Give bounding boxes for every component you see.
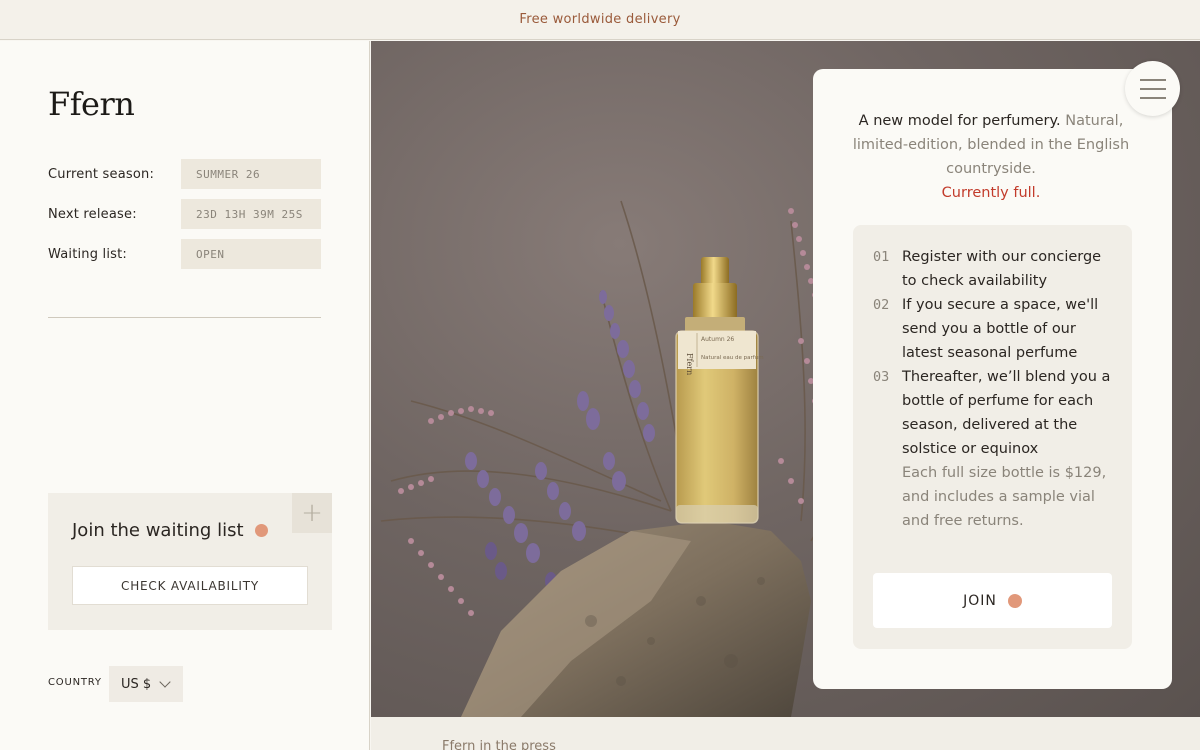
status-dot-icon — [254, 524, 268, 537]
info-row-current-season: Current season: SUMMER 26 — [48, 159, 321, 189]
step-text: Register with our concierge to check ava… — [902, 249, 1102, 289]
step-number: 01 — [873, 249, 890, 265]
menu-line — [1139, 96, 1166, 99]
menu-line — [1139, 78, 1166, 81]
country-label: COUNTRY — [48, 677, 102, 688]
status-dot-icon — [1007, 593, 1022, 608]
join-button[interactable]: JOIN — [873, 573, 1112, 628]
bottle-label-line2: Natural eau de parfum — [701, 355, 764, 361]
announcement-bar: Free worldwide delivery — [0, 0, 1200, 40]
availability-status: Currently full. — [941, 185, 1041, 201]
join-label: JOIN — [963, 592, 997, 609]
chevron-down-icon — [159, 676, 171, 688]
step-number: 03 — [873, 369, 890, 385]
info-card: A new model for perfumery. Natural, limi… — [813, 69, 1172, 689]
list-item: 03 Thereafter, we’ll blend you a bottle … — [873, 365, 1118, 461]
country-select[interactable]: US $ — [109, 666, 183, 702]
info-row-next-release: Next release: 23D 13H 39M 25S — [48, 199, 321, 229]
waiting-list-label: Waiting list: — [48, 246, 128, 262]
current-season-label: Current season: — [48, 166, 155, 182]
current-season-value: SUMMER 26 — [181, 159, 321, 189]
waitlist-title-text: Join the waiting list — [72, 520, 244, 541]
menu-line — [1139, 87, 1166, 90]
brand-logo[interactable]: Ffern — [48, 85, 135, 123]
intro-headline: A new model for perfumery. — [858, 113, 1061, 129]
step-number: 02 — [873, 297, 890, 313]
press-section: Ffern in the press — [371, 717, 1200, 750]
plus-icon[interactable]: + — [292, 493, 332, 533]
step-text: Thereafter, we’ll blend you a bottle of … — [902, 369, 1111, 457]
info-row-waiting-list: Waiting list: OPEN — [48, 239, 321, 269]
intro-text: A new model for perfumery. Natural, limi… — [851, 109, 1131, 205]
waitlist-title: Join the waiting list — [72, 520, 268, 541]
price-note: Each full size bottle is $129, and inclu… — [902, 465, 1107, 529]
press-link[interactable]: Ffern in the press — [442, 739, 556, 750]
step-text: If you secure a space, we'll send you a … — [902, 297, 1099, 361]
country-selected-value: US $ — [121, 676, 152, 692]
check-availability-button[interactable]: CHECK AVAILABILITY — [72, 566, 308, 605]
list-item: 02 If you secure a space, we'll send you… — [873, 293, 1118, 365]
next-release-label: Next release: — [48, 206, 137, 222]
list-item: 01 Register with our concierge to check … — [873, 245, 1118, 293]
bottle-label-line1: Autumn 26 — [701, 336, 734, 343]
bottle-brand-text: Ffern — [685, 353, 694, 375]
sidebar: Ffern Current season: SUMMER 26 Next rel… — [0, 41, 370, 750]
sidebar-divider — [48, 317, 321, 318]
menu-icon[interactable] — [1125, 61, 1180, 116]
waiting-list-value: OPEN — [181, 239, 321, 269]
waitlist-panel: + Join the waiting list CHECK AVAILABILI… — [48, 493, 332, 630]
steps-panel: 01 Register with our concierge to check … — [853, 225, 1132, 649]
announcement-text: Free worldwide delivery — [519, 12, 681, 27]
next-release-value: 23D 13H 39M 25S — [181, 199, 321, 229]
